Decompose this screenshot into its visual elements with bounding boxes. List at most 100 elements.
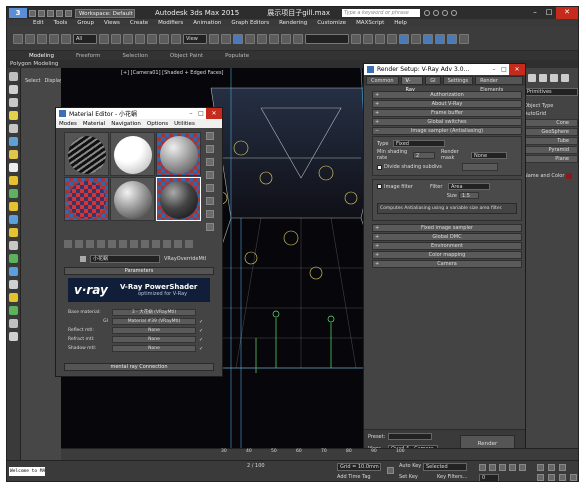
shape-tool-icon[interactable] — [9, 163, 18, 172]
menu-create[interactable]: Create — [130, 20, 148, 26]
menu-tools[interactable]: Tools — [54, 20, 68, 26]
tube-button[interactable]: Tube — [524, 137, 578, 145]
explorer-select-menu[interactable]: Select — [25, 78, 40, 84]
object-tool-icon[interactable] — [9, 254, 18, 263]
zoom-extents-icon[interactable] — [559, 464, 566, 471]
select-by-material-icon[interactable] — [206, 223, 214, 231]
uv-tiling-icon[interactable] — [206, 171, 214, 179]
align-icon[interactable] — [363, 33, 373, 44]
tab-common[interactable]: Common — [366, 76, 399, 85]
setkey-button[interactable]: Set Key — [399, 474, 418, 480]
tab-selection[interactable]: Selection — [123, 53, 148, 59]
goto-end-icon[interactable] — [519, 464, 526, 471]
pyramid-button[interactable]: Pyramid — [524, 146, 578, 154]
rollout-environment[interactable]: Environment — [372, 242, 522, 250]
unlink-icon[interactable] — [49, 33, 59, 44]
parameters-rollout[interactable]: Parameters — [64, 267, 214, 275]
menu-navigation[interactable]: Navigation — [111, 121, 141, 127]
sample-slot[interactable] — [64, 132, 109, 176]
zoom-all-icon[interactable] — [548, 464, 555, 471]
sun-tool-icon[interactable] — [9, 176, 18, 185]
rendered-frame-icon[interactable] — [447, 33, 457, 44]
save-icon[interactable] — [47, 9, 54, 17]
close-button[interactable]: ✕ — [206, 108, 222, 119]
rollout-authorization[interactable]: Authorization — [372, 91, 522, 99]
cone-button[interactable]: Cone — [524, 119, 578, 127]
show-end-result-icon[interactable] — [163, 240, 171, 248]
maximize-viewport-icon[interactable] — [570, 474, 577, 481]
snap-icon[interactable] — [245, 33, 255, 44]
menu-modes[interactable]: Modes — [59, 121, 77, 127]
next-frame-icon[interactable] — [509, 464, 516, 471]
geometry-tool-icon[interactable] — [9, 137, 18, 146]
base-material-button[interactable]: 3 - 大花蜗 (VRayMtl) — [112, 309, 196, 316]
mental-ray-connection-rollout[interactable]: mental ray Connection — [64, 363, 214, 371]
tab-settings[interactable]: Settings — [442, 76, 474, 85]
menu-customize[interactable]: Customize — [317, 20, 346, 26]
angle-snap-icon[interactable] — [257, 33, 267, 44]
redo-icon[interactable] — [25, 33, 35, 44]
object-color-swatch[interactable] — [566, 173, 573, 179]
sample-slot[interactable] — [110, 177, 155, 221]
filter-dropdown[interactable]: Area — [448, 183, 490, 190]
reset-map-icon[interactable] — [97, 240, 105, 248]
minimize-button[interactable]: – — [528, 7, 542, 19]
link-icon[interactable] — [37, 33, 47, 44]
rollout-image-sampler[interactable]: Image sampler (Antialiasing) — [372, 127, 522, 135]
hierarchy-tab-icon[interactable] — [550, 74, 558, 82]
bulb-tool-icon[interactable] — [9, 202, 18, 211]
material-type-button[interactable]: VRayOverrideMtl — [164, 256, 206, 262]
play-icon[interactable] — [499, 464, 506, 471]
menu-options[interactable]: Options — [147, 121, 168, 127]
maximize-button[interactable]: □ — [499, 66, 509, 73]
add-time-tag-button[interactable]: Add Time Tag — [337, 474, 371, 480]
system-tool-icon[interactable] — [9, 280, 18, 289]
minimize-button[interactable]: – — [489, 66, 499, 73]
sample-type-icon[interactable] — [206, 132, 214, 140]
go-forward-icon[interactable] — [185, 240, 193, 248]
object-mask-button[interactable] — [461, 163, 498, 171]
backlight-icon[interactable] — [206, 145, 214, 153]
named-selection-sets[interactable] — [305, 33, 349, 44]
modify-tab-icon[interactable] — [539, 74, 547, 82]
sphere-tool-icon[interactable] — [9, 215, 18, 224]
sample-slot[interactable] — [64, 177, 109, 221]
menu-graph-editors[interactable]: Graph Editors — [231, 20, 269, 26]
key-filters-button[interactable]: Key Filters... — [437, 474, 467, 480]
rollout-about-vray[interactable]: About V-Ray — [372, 100, 522, 108]
primitive-type-dropdown[interactable]: Primitives — [524, 88, 578, 96]
sampler-type-dropdown[interactable]: Fixed — [393, 140, 445, 147]
rollout-global-dmc[interactable]: Global DMC — [372, 233, 522, 241]
utility-tool-icon[interactable] — [9, 241, 18, 250]
make-preview-icon[interactable] — [206, 197, 214, 205]
curve-editor-icon[interactable] — [399, 33, 409, 44]
account-icon[interactable] — [432, 10, 439, 16]
maximize-button[interactable]: □ — [542, 7, 556, 19]
reflect-enable-checkbox[interactable]: ✓ — [199, 328, 205, 334]
material-editor-icon[interactable] — [423, 33, 433, 44]
close-button[interactable]: ✕ — [509, 64, 525, 75]
menu-help[interactable]: Help — [394, 20, 407, 26]
light-tool-icon[interactable] — [9, 111, 18, 120]
eyedropper-icon[interactable] — [80, 255, 86, 262]
tab-render-elements[interactable]: Render Elements — [475, 76, 523, 93]
autokey-button[interactable]: Auto Key — [399, 463, 421, 469]
undo-icon[interactable] — [13, 33, 23, 44]
geosphere-button[interactable]: GeoSphere — [524, 128, 578, 136]
spinner-snap-icon[interactable] — [281, 33, 291, 44]
options-icon[interactable] — [206, 210, 214, 218]
shadow-enable-checkbox[interactable]: ✓ — [199, 346, 205, 352]
goto-start-icon[interactable] — [479, 464, 486, 471]
sample-slot[interactable] — [156, 132, 201, 176]
menu-material[interactable]: Material — [83, 121, 105, 127]
helper-tool-icon[interactable] — [9, 150, 18, 159]
graphite-toggle-icon[interactable] — [387, 33, 397, 44]
timeline[interactable]: 30 40 50 60 70 80 90 100 — [61, 448, 578, 460]
keyboard-shortcut-icon[interactable] — [233, 33, 243, 44]
rollout-fixed-sampler[interactable]: Fixed image sampler — [372, 224, 522, 232]
open-icon[interactable] — [38, 9, 45, 17]
help-icon[interactable] — [450, 10, 457, 16]
pin-tool-icon[interactable] — [9, 319, 18, 328]
grid-tool-icon[interactable] — [9, 332, 18, 341]
background-icon[interactable] — [206, 158, 214, 166]
